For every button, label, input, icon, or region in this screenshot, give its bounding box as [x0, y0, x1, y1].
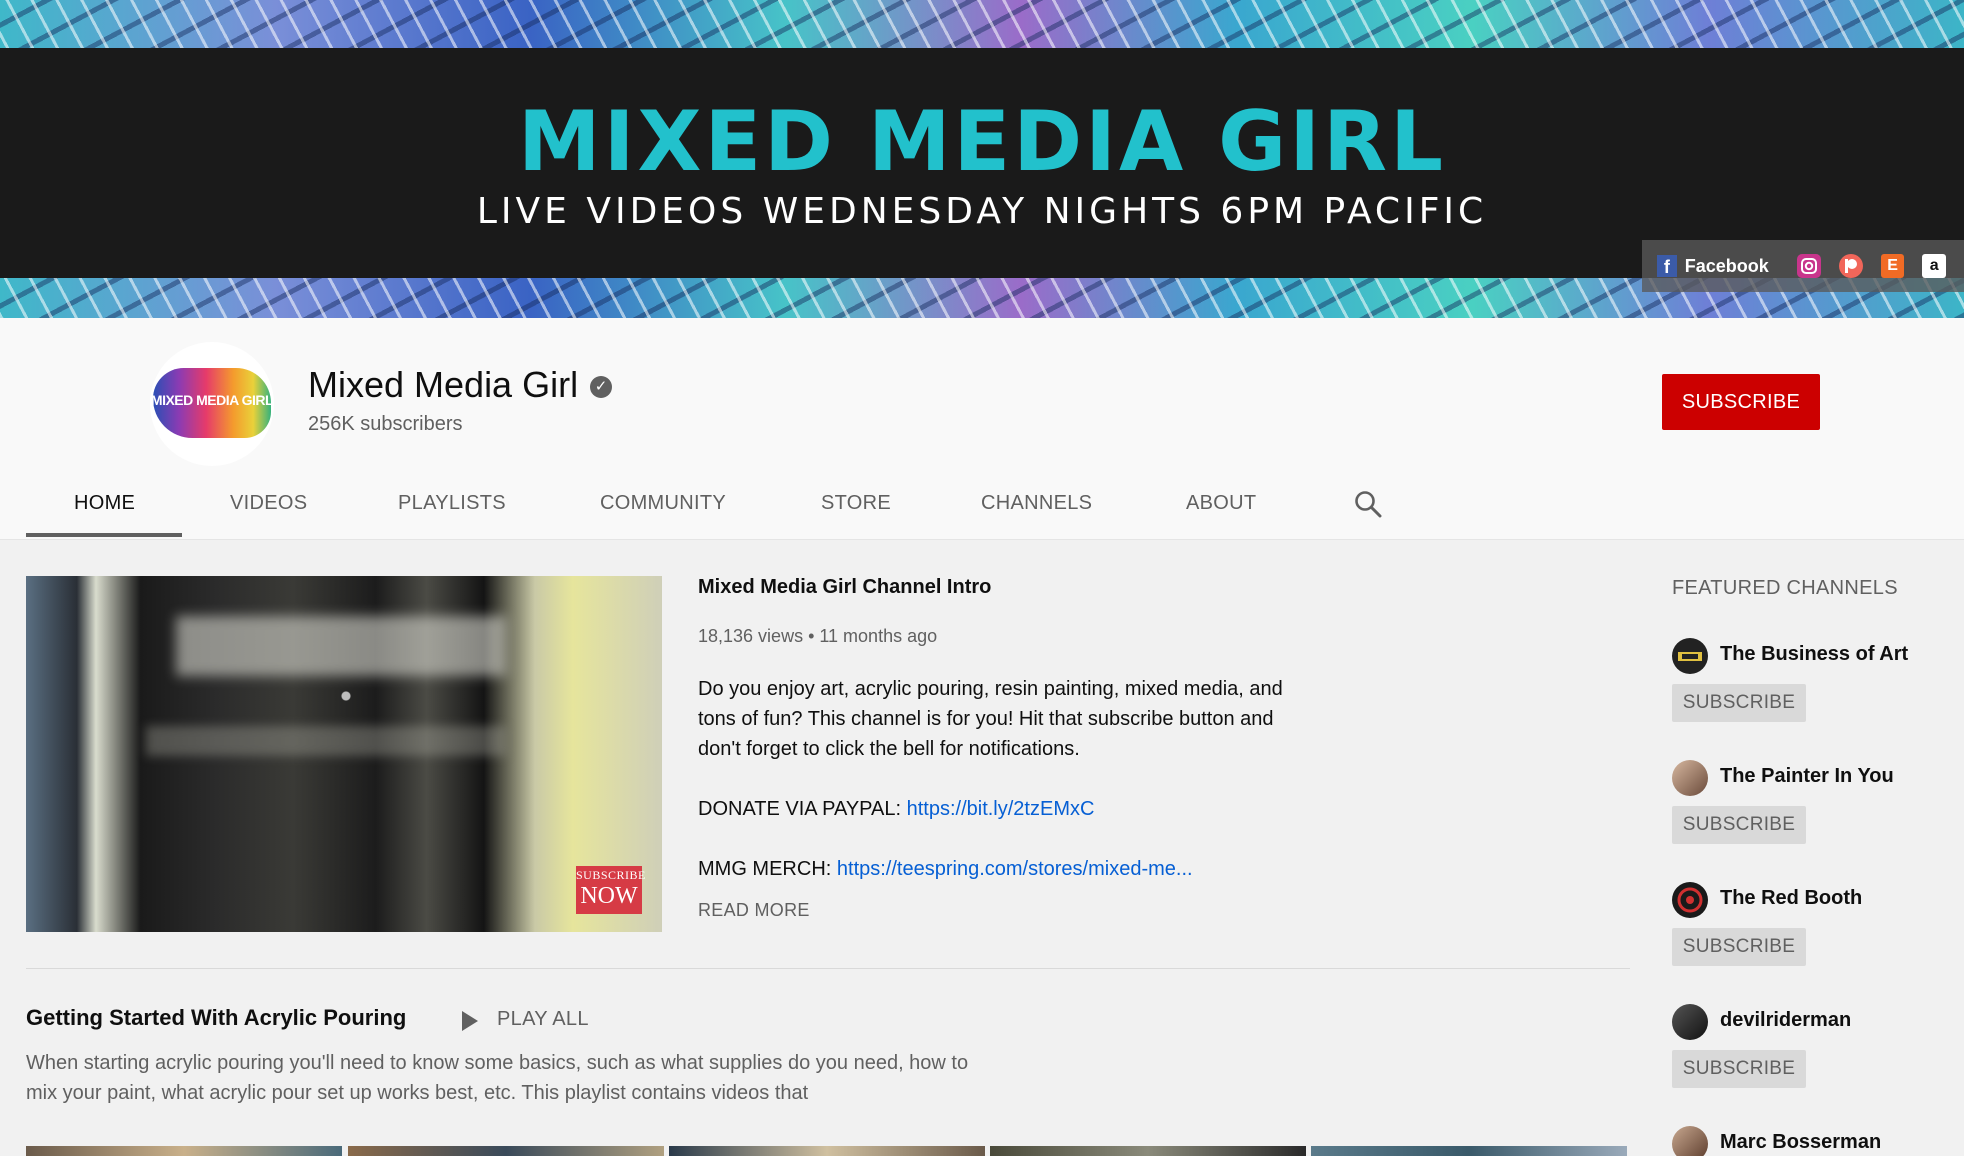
- featured-channel-name[interactable]: The Red Booth: [1720, 885, 1862, 911]
- section-divider: [26, 968, 1630, 969]
- badge-bottom-text: NOW: [580, 883, 638, 909]
- channel-avatar-business-of-art[interactable]: [1672, 638, 1708, 674]
- thumbnail-paint-streak: [146, 726, 506, 756]
- merch-line: MMG MERCH: https://teespring.com/stores/…: [698, 854, 1193, 884]
- search-icon[interactable]: [1352, 488, 1384, 520]
- channel-avatar-marc-bosserman[interactable]: [1672, 1126, 1708, 1156]
- tab-channels[interactable]: CHANNELS: [981, 490, 1092, 538]
- featured-video-meta: 18,136 views • 11 months ago: [698, 626, 938, 646]
- featured-channel-name[interactable]: The Business of Art: [1720, 641, 1908, 667]
- channel-avatar-red-booth[interactable]: [1672, 882, 1708, 918]
- featured-video-thumbnail[interactable]: SUBSCRIBE NOW: [26, 576, 662, 932]
- verified-badge-icon: ✓: [590, 376, 612, 398]
- tab-store[interactable]: STORE: [821, 490, 891, 538]
- merch-link[interactable]: https://teespring.com/stores/mixed-me...: [837, 858, 1193, 880]
- avatar-logo-text: MIXED MEDIA GIRL: [150, 392, 274, 408]
- read-more-button[interactable]: READ MORE: [698, 900, 810, 921]
- instagram-icon[interactable]: [1796, 254, 1821, 278]
- banner-social-links: f Facebook E a: [1642, 240, 1964, 292]
- playlist-video-thumbnail[interactable]: [26, 1146, 342, 1156]
- channel-avatar-painter-in-you[interactable]: [1672, 760, 1708, 796]
- featured-channel-name[interactable]: devilriderman: [1720, 1007, 1851, 1033]
- donate-link[interactable]: https://bit.ly/2tzEMxC: [907, 798, 1095, 820]
- patreon-icon[interactable]: [1838, 254, 1863, 278]
- playlist-video-thumbnail[interactable]: [1311, 1146, 1627, 1156]
- active-tab-indicator: [26, 533, 182, 537]
- subscribe-now-badge: SUBSCRIBE NOW: [576, 866, 646, 914]
- shelf-title[interactable]: Getting Started With Acrylic Pouring: [26, 1005, 406, 1031]
- playlist-video-thumbnail[interactable]: [990, 1146, 1306, 1156]
- donate-line: DONATE VIA PAYPAL: https://bit.ly/2tzEMx…: [698, 794, 1094, 824]
- thumbnail-paint-streak: [176, 616, 506, 676]
- banner-subtitle: LIVE VIDEOS WEDNESDAY NIGHTS 6PM PACIFIC: [476, 191, 1488, 232]
- channel-avatar-devilriderman[interactable]: [1672, 1004, 1708, 1040]
- merch-label: MMG MERCH:: [698, 858, 837, 880]
- badge-top-text: SUBSCRIBE: [576, 868, 646, 882]
- etsy-icon[interactable]: E: [1880, 254, 1905, 278]
- facebook-icon[interactable]: f: [1657, 255, 1677, 277]
- channel-name: Mixed Media Girl: [308, 364, 579, 405]
- playlist-video-thumbnail[interactable]: [348, 1146, 664, 1156]
- channel-avatar: MIXED MEDIA GIRL: [150, 342, 274, 466]
- featured-channel-subscribe-button[interactable]: SUBSCRIBE: [1672, 928, 1806, 966]
- shelf-description: When starting acrylic pouring you'll nee…: [26, 1052, 969, 1104]
- featured-channel-subscribe-button[interactable]: SUBSCRIBE: [1672, 684, 1806, 722]
- featured-video-title[interactable]: Mixed Media Girl Channel Intro: [698, 574, 991, 600]
- featured-channel-subscribe-button[interactable]: SUBSCRIBE: [1672, 1050, 1806, 1088]
- featured-channel-name[interactable]: The Painter In You: [1720, 763, 1894, 789]
- tab-community[interactable]: COMMUNITY: [600, 490, 726, 538]
- featured-channel-subscribe-button[interactable]: SUBSCRIBE: [1672, 806, 1806, 844]
- tab-playlists[interactable]: PLAYLISTS: [398, 490, 506, 538]
- tab-about[interactable]: ABOUT: [1186, 490, 1256, 538]
- facebook-link[interactable]: Facebook: [1685, 256, 1769, 277]
- play-all-button[interactable]: PLAY ALL: [497, 1008, 589, 1031]
- play-icon[interactable]: [462, 1011, 478, 1031]
- featured-channels-heading: FEATURED CHANNELS: [1672, 577, 1898, 599]
- donate-label: DONATE VIA PAYPAL:: [698, 798, 907, 820]
- banner-title: MIXED MEDIA GIRL: [518, 93, 1446, 190]
- tab-home[interactable]: HOME: [74, 490, 135, 538]
- featured-channel-name[interactable]: Marc Bosserman: [1720, 1129, 1881, 1155]
- playlist-video-thumbnail[interactable]: [669, 1146, 985, 1156]
- amazon-icon[interactable]: a: [1922, 254, 1947, 278]
- subscribe-button[interactable]: SUBSCRIBE: [1662, 374, 1820, 430]
- featured-video-description: Do you enjoy art, acrylic pouring, resin…: [698, 678, 1283, 760]
- tab-videos[interactable]: VIDEOS: [230, 490, 307, 538]
- channel-banner: MIXED MEDIA GIRL LIVE VIDEOS WEDNESDAY N…: [0, 0, 1964, 318]
- subscriber-count: 256K subscribers: [308, 413, 463, 435]
